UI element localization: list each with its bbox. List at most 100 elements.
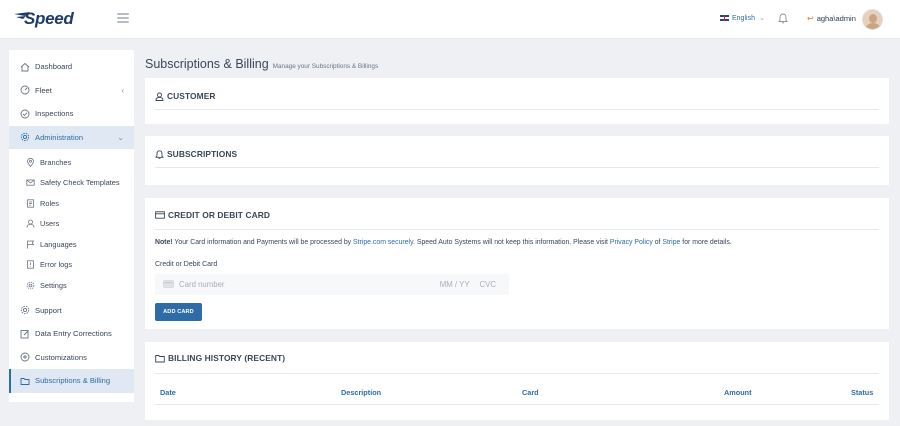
bell-icon	[155, 149, 164, 159]
stripe-secure-link[interactable]: Stripe.com securely	[353, 239, 413, 246]
sidebar-item-label: Users	[40, 219, 60, 229]
note-text: for more details.	[680, 239, 732, 246]
sidebar-item-subscriptions-billing[interactable]: Subscriptions & Billing	[9, 369, 134, 393]
logo-text: Speed	[24, 9, 74, 28]
sidebar-item-fleet[interactable]: Fleet ‹	[9, 79, 134, 103]
card-field-label: Credit or Debit Card	[155, 261, 218, 268]
note-text: of	[652, 239, 663, 246]
divider	[155, 373, 879, 374]
sidebar-subitem-branches[interactable]: Branches	[9, 152, 134, 173]
sidebar-item-label: Branches	[40, 157, 72, 167]
subscriptions-title-text: SUBSCRIPTIONS	[167, 149, 238, 159]
sidebar-subitem-languages[interactable]: Languages	[9, 234, 134, 255]
note-text: . Speed Auto Systems will not keep this …	[413, 239, 610, 246]
envelope-icon	[26, 178, 35, 187]
page-header: Subscriptions & Billing Manage your Subs…	[145, 57, 378, 71]
stripe-link[interactable]: Stripe	[662, 239, 680, 246]
customer-card-title: CUSTOMER	[155, 91, 216, 101]
card-brand-icon	[163, 279, 174, 290]
sidebar-subitem-users[interactable]: Users	[9, 214, 134, 235]
user-icon	[155, 92, 164, 101]
credit-card-title-text: CREDIT OR DEBIT CARD	[168, 210, 271, 220]
sidebar-item-label: Data Entry Corrections	[35, 329, 112, 339]
card-number-placeholder: Card number	[179, 280, 225, 289]
chevron-down-icon: ⌄	[117, 132, 124, 142]
sidebar: Dashboard Fleet ‹ Inspections Administra…	[9, 50, 134, 402]
chevron-down-icon: ⌄	[758, 15, 765, 22]
card-expiry-placeholder[interactable]: MM / YY	[440, 280, 470, 289]
subscriptions-card: SUBSCRIPTIONS	[145, 136, 889, 185]
gear-icon	[20, 305, 30, 315]
top-bar: Speed English ⌄ ↩ agha\admin	[0, 0, 900, 39]
add-card-button[interactable]: ADD CARD	[155, 303, 202, 321]
sidebar-item-label: Error logs	[40, 260, 73, 270]
user-icon	[26, 219, 35, 228]
language-label: English	[732, 14, 755, 22]
menu-toggle-icon[interactable]	[117, 13, 129, 25]
sidebar-item-label: Languages	[40, 239, 77, 249]
user-menu[interactable]: ↩ agha\admin	[807, 14, 856, 23]
sidebar-item-support[interactable]: Support	[9, 299, 134, 323]
divider	[155, 167, 879, 168]
sidebar-item-label: Subscriptions & Billing	[35, 376, 111, 386]
column-header-status[interactable]: Status	[851, 388, 873, 397]
customer-title-text: CUSTOMER	[167, 91, 216, 101]
plus-circle-icon	[20, 352, 30, 362]
sidebar-item-label: Fleet	[35, 85, 52, 95]
sidebar-item-label: Roles	[40, 198, 59, 208]
credit-card-card-title: CREDIT OR DEBIT CARD	[155, 210, 270, 220]
sidebar-item-dashboard[interactable]: Dashboard	[9, 55, 134, 79]
folder-icon	[155, 354, 165, 363]
billing-history-title-text: BILLING HISTORY (RECENT)	[168, 353, 286, 363]
sidebar-item-label: Administration	[35, 132, 84, 142]
customer-card: CUSTOMER	[145, 78, 889, 124]
sidebar-item-label: Settings	[40, 280, 67, 290]
document-icon	[26, 199, 35, 208]
warning-doc-icon	[26, 260, 35, 269]
billing-history-card: BILLING HISTORY (RECENT) Date Descriptio…	[145, 342, 889, 420]
sidebar-subitem-error-logs[interactable]: Error logs	[9, 255, 134, 276]
divider	[155, 109, 879, 110]
card-number-input[interactable]: Card number MM / YY CVC	[155, 274, 509, 295]
uk-flag-icon	[720, 15, 729, 21]
privacy-policy-link[interactable]: Privacy Policy	[610, 239, 653, 246]
subscriptions-card-title: SUBSCRIPTIONS	[155, 149, 237, 159]
speed-logo[interactable]: Speed	[14, 9, 74, 29]
sidebar-subitem-settings[interactable]: Settings	[9, 275, 134, 296]
avatar[interactable]	[862, 9, 883, 30]
check-circle-icon	[20, 109, 30, 119]
page-title: Subscriptions & Billing	[145, 57, 269, 71]
note-text: Your Card information and Payments will …	[172, 239, 354, 246]
sidebar-item-data-entry-corrections[interactable]: Data Entry Corrections	[9, 322, 134, 346]
folder-icon	[20, 376, 30, 386]
divider	[155, 404, 879, 405]
username-label: agha\admin	[816, 14, 856, 23]
gauge-icon	[20, 85, 30, 95]
chevron-left-icon: ‹	[121, 85, 124, 95]
sidebar-item-label: Customizations	[35, 352, 87, 362]
sidebar-item-label: Support	[35, 305, 62, 315]
column-header-description[interactable]: Description	[341, 388, 381, 397]
sidebar-item-label: Inspections	[35, 109, 74, 119]
credit-card-card: CREDIT OR DEBIT CARD Note! Your Card inf…	[145, 198, 889, 329]
sidebar-item-customizations[interactable]: Customizations	[9, 346, 134, 370]
map-pin-icon	[26, 157, 35, 167]
edit-icon	[20, 329, 30, 339]
language-selector[interactable]: English ⌄	[720, 14, 765, 22]
sidebar-item-administration[interactable]: Administration ⌄	[9, 125, 134, 149]
sidebar-subitem-roles[interactable]: Roles	[9, 193, 134, 214]
column-header-card[interactable]: Card	[522, 388, 539, 397]
sidebar-subitem-safety-check-templates[interactable]: Safety Check Templates	[9, 173, 134, 194]
credit-card-icon	[155, 211, 165, 219]
sign-out-icon: ↩	[807, 14, 814, 23]
column-header-date[interactable]: Date	[160, 388, 176, 397]
billing-history-card-title: BILLING HISTORY (RECENT)	[155, 353, 285, 363]
gear-icon	[26, 281, 35, 290]
sidebar-item-inspections[interactable]: Inspections	[9, 102, 134, 126]
page-subtitle: Manage your Subscriptions & Billings	[272, 63, 379, 70]
divider	[155, 229, 879, 230]
notifications-bell-icon[interactable]	[778, 13, 788, 26]
flag-icon	[26, 240, 35, 249]
column-header-amount[interactable]: Amount	[724, 388, 752, 397]
card-cvc-placeholder[interactable]: CVC	[480, 280, 496, 289]
